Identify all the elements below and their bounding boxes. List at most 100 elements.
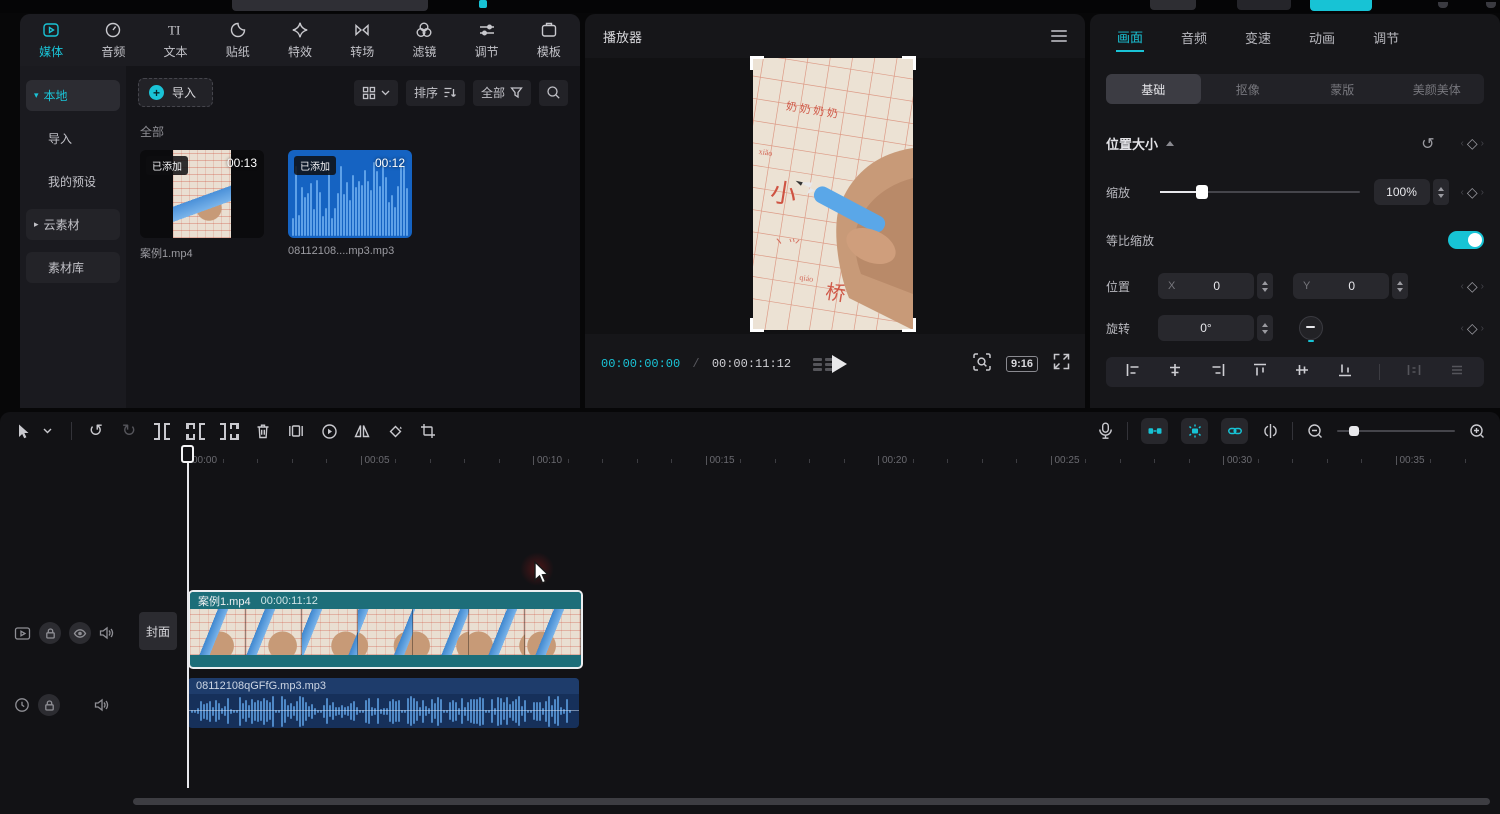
window-close-button[interactable] bbox=[1486, 2, 1496, 8]
timeline-zoom-slider[interactable] bbox=[1337, 425, 1455, 437]
keyframe-control[interactable]: ‹◇› bbox=[1461, 278, 1484, 295]
preview-quality-icon[interactable] bbox=[972, 352, 992, 377]
align-center-vertical-icon[interactable] bbox=[1294, 362, 1310, 383]
selection-handle[interactable] bbox=[750, 318, 764, 332]
delete-right-icon[interactable] bbox=[220, 419, 239, 443]
media-item-audio[interactable]: 已添加 00:12 08112108....mp3.mp3 bbox=[288, 150, 412, 261]
tab-media[interactable]: 媒体 bbox=[20, 14, 82, 66]
crop-icon[interactable] bbox=[419, 419, 437, 443]
position-y-field[interactable]: Y 0 bbox=[1293, 273, 1408, 299]
freeze-frame-icon[interactable] bbox=[287, 419, 305, 443]
slider-thumb[interactable] bbox=[1196, 185, 1208, 199]
rotate-icon[interactable] bbox=[386, 419, 404, 443]
filter-button[interactable]: 全部 bbox=[473, 80, 531, 106]
hide-track-icon[interactable] bbox=[69, 622, 91, 644]
reset-icon[interactable]: ↺ bbox=[1421, 134, 1434, 153]
keyframe-control[interactable]: ‹◇› bbox=[1461, 320, 1484, 337]
select-cursor-icon[interactable] bbox=[14, 419, 32, 443]
playhead-line[interactable] bbox=[187, 450, 189, 788]
subtab-cutout[interactable]: 抠像 bbox=[1201, 74, 1296, 104]
tab-filter[interactable]: 滤镜 bbox=[393, 14, 455, 66]
tab-text[interactable]: TI 文本 bbox=[144, 14, 206, 66]
tab-animation[interactable]: 动画 bbox=[1308, 24, 1336, 51]
collapse-icon[interactable] bbox=[1166, 141, 1174, 146]
fullscreen-icon[interactable] bbox=[1052, 352, 1071, 376]
y-stepper[interactable] bbox=[1392, 273, 1408, 299]
keyframe-control[interactable]: ‹◇› bbox=[1461, 135, 1484, 152]
cover-button[interactable]: 封面 bbox=[139, 612, 177, 650]
mute-track-icon[interactable] bbox=[94, 698, 109, 712]
cursor-mode-chevron-icon[interactable] bbox=[38, 419, 56, 443]
lock-track-icon[interactable] bbox=[39, 622, 61, 644]
scale-slider[interactable] bbox=[1160, 185, 1360, 199]
timeline-ruler[interactable]: 00:0000:0500:1000:1500:2000:2500:3000:35 bbox=[131, 450, 1500, 472]
sort-button[interactable]: 排序 bbox=[406, 80, 465, 106]
tab-speed[interactable]: 变速 bbox=[1244, 24, 1272, 51]
timeline-video-clip[interactable]: 案例1.mp4 00:00:11:12 bbox=[188, 590, 583, 669]
selection-handle[interactable] bbox=[902, 56, 916, 70]
delete-left-icon[interactable] bbox=[186, 419, 205, 443]
timeline-audio-clip[interactable]: 08112108qGFfG.mp3.mp3 bbox=[188, 678, 579, 728]
subtab-beauty[interactable]: 美颜美体 bbox=[1390, 74, 1485, 104]
lock-track-icon[interactable] bbox=[38, 694, 60, 716]
main-track-magnet-button[interactable] bbox=[1141, 418, 1168, 444]
preview-axis-icon[interactable] bbox=[1261, 419, 1279, 443]
zoom-in-icon[interactable] bbox=[1468, 419, 1486, 443]
player-menu-icon[interactable] bbox=[1051, 30, 1067, 42]
rotation-stepper[interactable] bbox=[1257, 315, 1273, 341]
export-button[interactable] bbox=[1310, 0, 1372, 11]
view-mode-button[interactable] bbox=[354, 80, 398, 106]
slider-thumb[interactable] bbox=[1349, 426, 1359, 436]
record-voiceover-icon[interactable] bbox=[1096, 419, 1114, 443]
playhead-handle[interactable] bbox=[181, 445, 194, 463]
mute-track-icon[interactable] bbox=[99, 626, 114, 640]
scale-value-field[interactable]: 100% bbox=[1374, 179, 1430, 205]
media-item-video[interactable]: 已添加 00:13 案例1.mp4 bbox=[140, 150, 264, 261]
tab-adjustment[interactable]: 调节 bbox=[1372, 24, 1400, 51]
sidebar-item-cloud-assets[interactable]: ▸ 云素材 bbox=[26, 209, 120, 240]
sidebar-item-local[interactable]: ▾ 本地 bbox=[26, 80, 120, 111]
sidebar-item-asset-library[interactable]: 素材库 bbox=[26, 252, 120, 283]
undo-icon[interactable]: ↺ bbox=[87, 419, 105, 443]
delete-icon[interactable] bbox=[254, 419, 272, 443]
tab-sticker[interactable]: 贴纸 bbox=[207, 14, 269, 66]
search-button[interactable] bbox=[539, 80, 568, 106]
titlebar-tab[interactable] bbox=[232, 0, 428, 11]
tab-adjust[interactable]: 调节 bbox=[456, 14, 518, 66]
reverse-icon[interactable] bbox=[320, 419, 338, 443]
position-x-field[interactable]: X 0 bbox=[1158, 273, 1273, 299]
selection-handle[interactable] bbox=[750, 56, 764, 70]
subtab-basic[interactable]: 基础 bbox=[1106, 74, 1201, 104]
scale-stepper[interactable] bbox=[1433, 179, 1449, 205]
align-left-icon[interactable] bbox=[1125, 362, 1141, 383]
import-button[interactable]: + 导入 bbox=[138, 78, 213, 107]
tab-transition[interactable]: 转场 bbox=[331, 14, 393, 66]
tab-audio-settings[interactable]: 音频 bbox=[1180, 24, 1208, 51]
tab-template[interactable]: 模板 bbox=[518, 14, 580, 66]
tab-effects[interactable]: 特效 bbox=[269, 14, 331, 66]
selection-handle[interactable] bbox=[902, 318, 916, 332]
align-center-horizontal-icon[interactable] bbox=[1167, 362, 1183, 383]
rotation-knob[interactable] bbox=[1299, 316, 1323, 340]
titlebar-button-1[interactable] bbox=[1150, 0, 1196, 10]
x-stepper[interactable] bbox=[1257, 273, 1273, 299]
linkage-button[interactable] bbox=[1221, 418, 1248, 444]
horizontal-scrollbar[interactable] bbox=[133, 798, 1490, 805]
aspect-ratio-button[interactable]: 9:16 bbox=[1006, 356, 1038, 372]
rotation-field[interactable]: 0° bbox=[1158, 315, 1273, 341]
sidebar-item-my-presets[interactable]: 我的预设 bbox=[26, 166, 120, 197]
tab-audio[interactable]: 音频 bbox=[82, 14, 144, 66]
window-controls[interactable] bbox=[1438, 2, 1448, 8]
zoom-out-icon[interactable] bbox=[1306, 419, 1324, 443]
mirror-icon[interactable] bbox=[353, 419, 371, 443]
subtab-mask[interactable]: 蒙版 bbox=[1295, 74, 1390, 104]
video-preview[interactable]: 奶 奶 奶 奶 xiǎo 小 丶 ⺍ 桥 qiáo bbox=[753, 58, 913, 330]
align-right-icon[interactable] bbox=[1210, 362, 1226, 383]
split-icon[interactable] bbox=[153, 419, 171, 443]
uniform-scale-toggle[interactable] bbox=[1448, 231, 1484, 249]
play-button[interactable] bbox=[828, 352, 850, 381]
align-bottom-icon[interactable] bbox=[1337, 362, 1353, 383]
tab-canvas[interactable]: 画面 bbox=[1116, 23, 1144, 52]
align-top-icon[interactable] bbox=[1252, 362, 1268, 383]
keyframe-control[interactable]: ‹◇› bbox=[1461, 184, 1484, 201]
